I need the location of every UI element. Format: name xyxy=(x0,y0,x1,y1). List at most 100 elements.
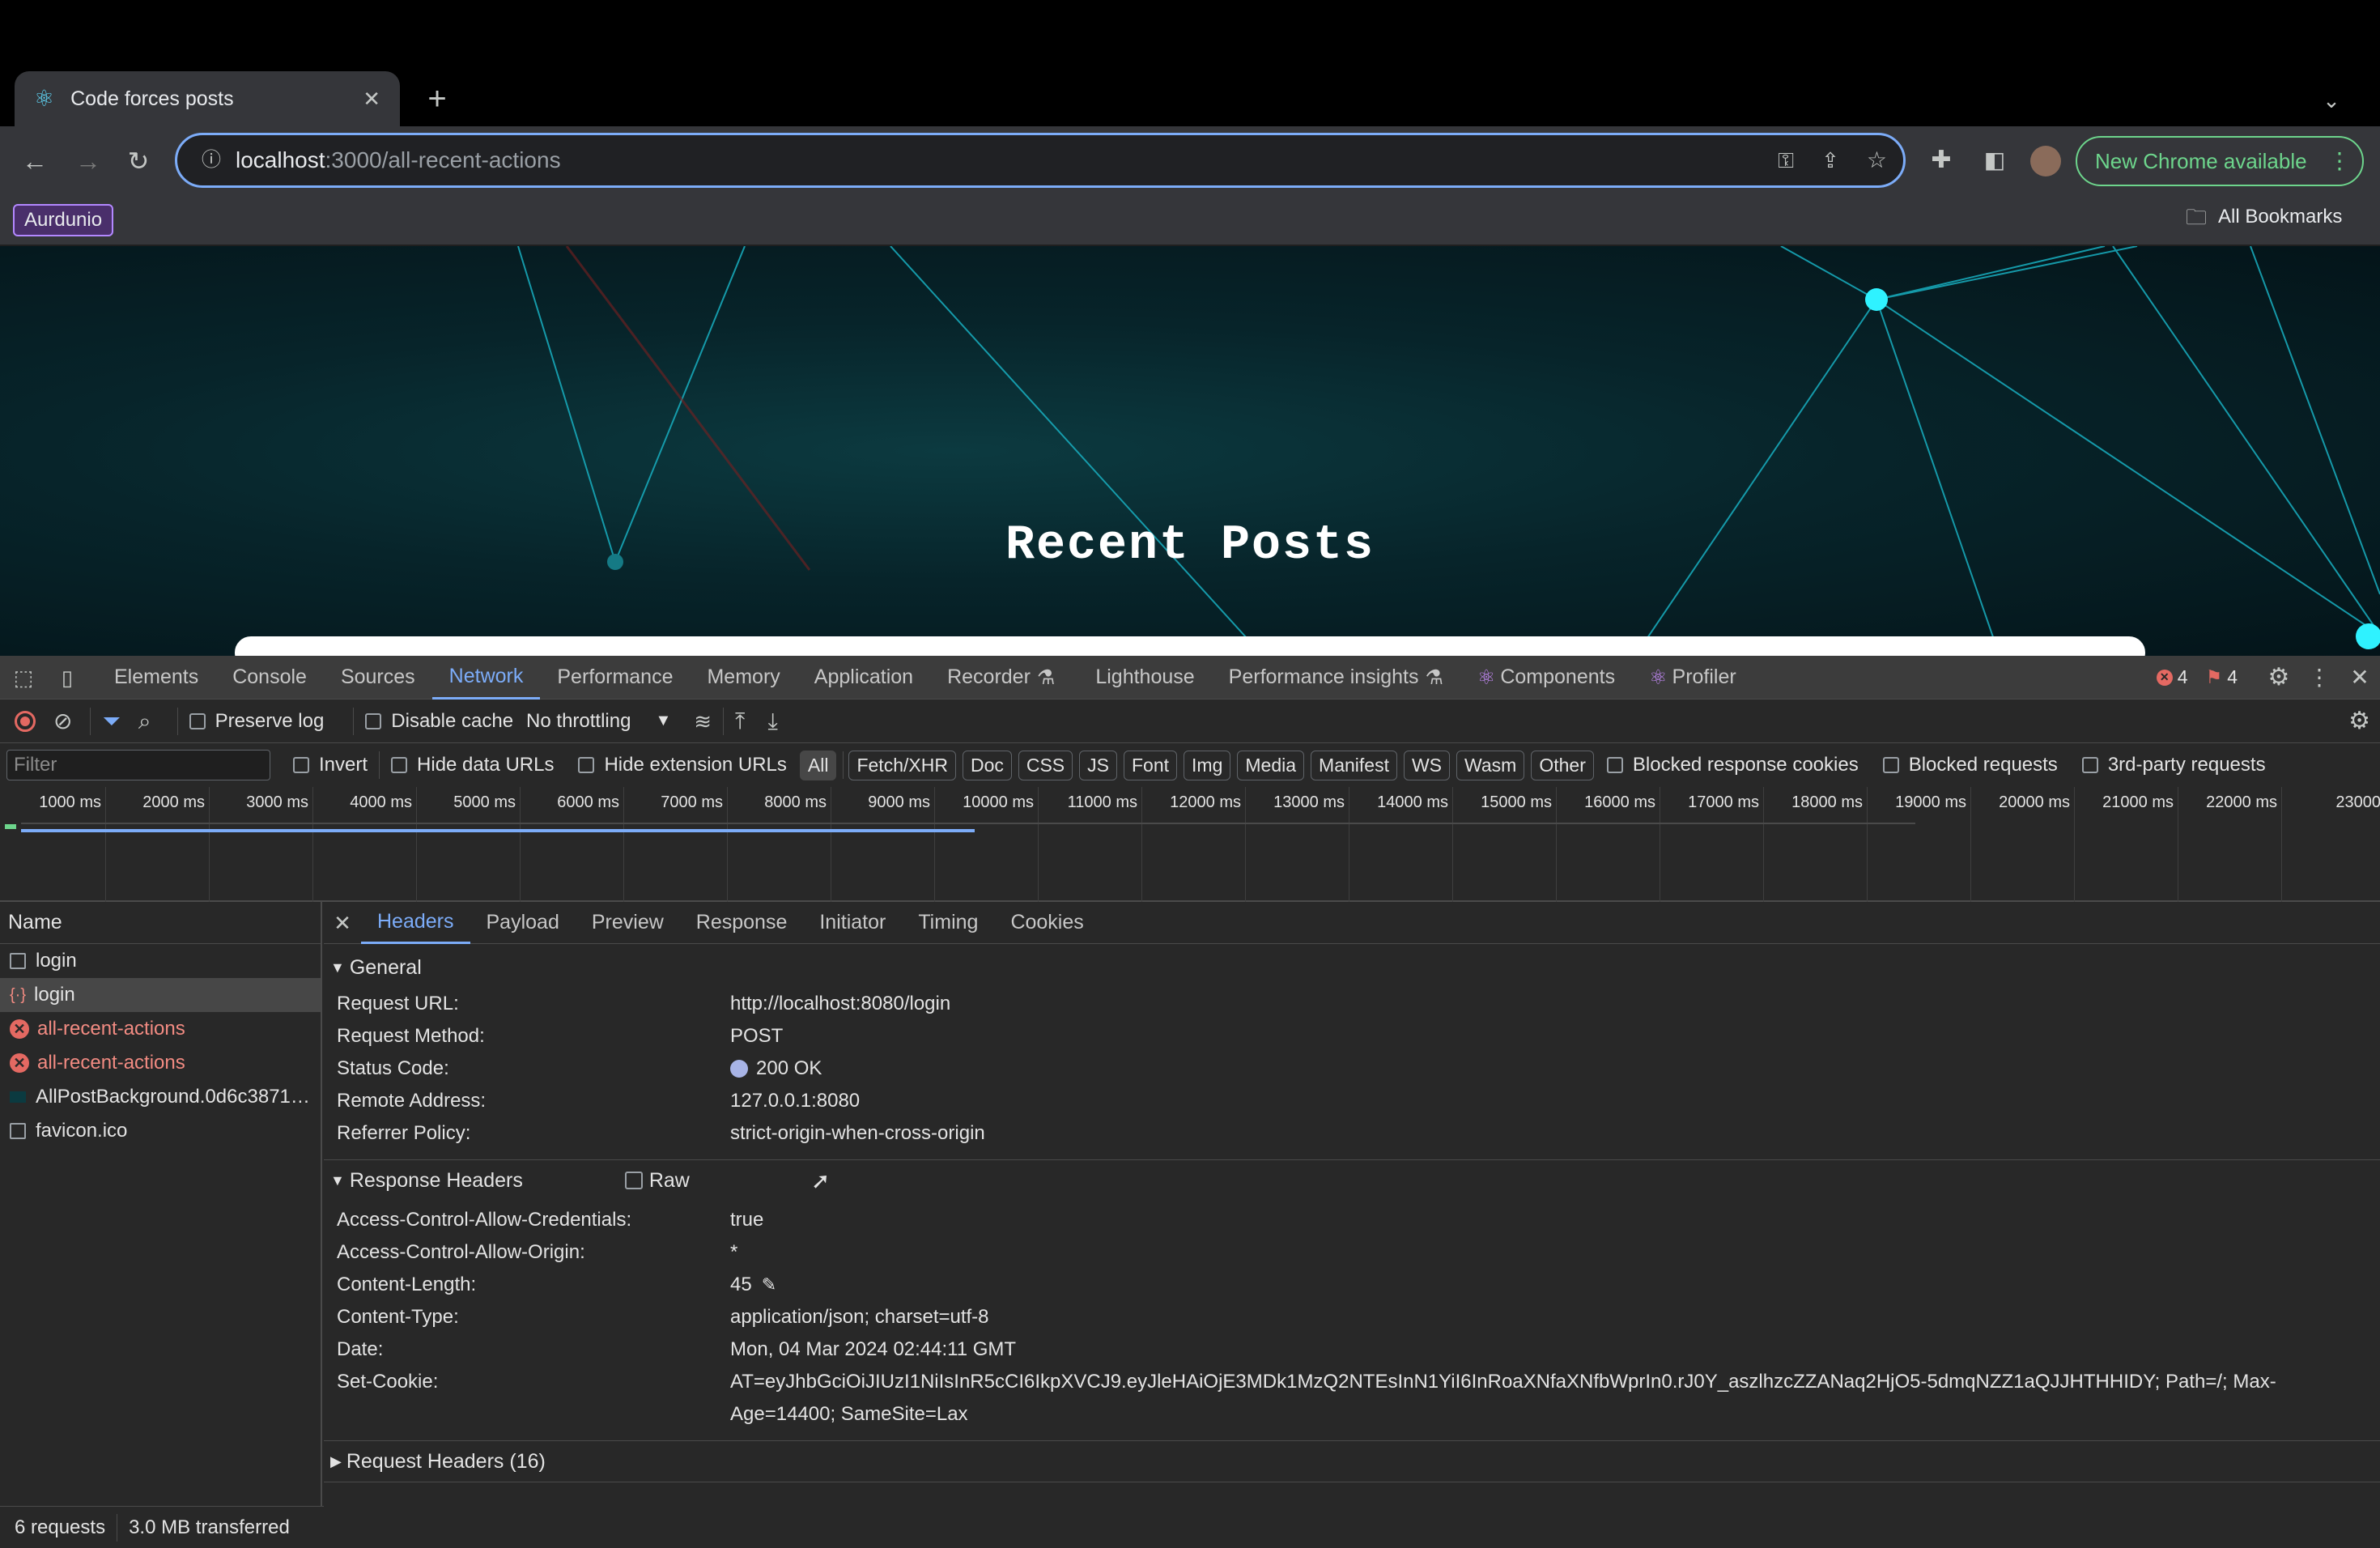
filter-input[interactable]: Filter xyxy=(6,750,270,780)
new-chrome-available-button[interactable]: New Chrome available ⋮ xyxy=(2076,136,2364,186)
export-har-icon[interactable]: ⤓ xyxy=(767,709,777,733)
timeline-overview[interactable]: 1000 ms 2000 ms 3000 ms 4000 ms 5000 ms 6000 … xyxy=(0,787,2380,902)
tab-elements[interactable]: Elements xyxy=(97,656,215,700)
error-icon: ✕ xyxy=(10,1019,29,1039)
extensions-icon[interactable]: ✚ xyxy=(1925,144,1957,176)
tab-initiator[interactable]: Initiator xyxy=(803,902,902,944)
edit-pencil-icon[interactable]: ✎ xyxy=(762,1274,776,1295)
type-filter-other[interactable]: Other xyxy=(1531,750,1594,780)
forward-icon[interactable]: → xyxy=(71,144,105,178)
raw-checkbox[interactable] xyxy=(624,1172,643,1189)
import-har-icon[interactable]: ⤒ xyxy=(735,709,745,733)
share-icon[interactable]: ⇪ xyxy=(1821,150,1839,171)
expand-triangle-icon: ▼ xyxy=(330,959,345,976)
settings-icon[interactable]: ⚙ xyxy=(2259,665,2299,690)
key-icon[interactable]: ⚿ xyxy=(1778,150,1794,171)
browser-tab[interactable]: ⚛ Code forces posts ✕ xyxy=(15,71,400,126)
timeline-tick: 22000 ms xyxy=(2206,787,2282,902)
tab-performance-insights[interactable]: Performance insights ⚗ xyxy=(1212,656,1460,700)
blocked-cookies-checkbox[interactable] xyxy=(1606,757,1623,773)
tab-application[interactable]: Application xyxy=(797,656,930,700)
error-counter[interactable]: ✕ 4 xyxy=(2156,666,2188,688)
tab-payload[interactable]: Payload xyxy=(470,902,576,944)
type-filter-fetch-xhr[interactable]: Fetch/XHR xyxy=(848,750,956,780)
disable-cache-checkbox[interactable] xyxy=(365,712,382,729)
general-section-toggle[interactable]: ▼ General xyxy=(324,947,2380,988)
type-filter-all[interactable]: All xyxy=(799,750,837,780)
tab-console[interactable]: Console xyxy=(215,656,324,700)
blocked-requests-checkbox[interactable] xyxy=(1882,757,1899,773)
new-tab-icon[interactable]: + xyxy=(421,81,453,117)
network-background xyxy=(517,246,2380,656)
type-filter-img[interactable]: Img xyxy=(1184,750,1231,780)
tab-cookies[interactable]: Cookies xyxy=(994,902,1099,944)
more-vert-icon[interactable]: ⋮ xyxy=(2299,666,2340,689)
device-toolbar-icon[interactable]: ▯ xyxy=(47,656,87,700)
third-party-checkbox[interactable] xyxy=(2081,757,2098,773)
tab-network[interactable]: Network xyxy=(431,656,541,700)
bookmark-star-icon[interactable]: ☆ xyxy=(1867,149,1887,172)
request-row[interactable]: ✕ all-recent-actions xyxy=(0,1012,321,1046)
request-row[interactable]: login xyxy=(0,944,321,978)
tab-recorder[interactable]: Recorder ⚗ xyxy=(930,656,1072,700)
type-filter-wasm[interactable]: Wasm xyxy=(1456,750,1525,780)
type-filter-font[interactable]: Font xyxy=(1124,750,1178,780)
raw-label: Raw xyxy=(648,1168,690,1192)
tab-response[interactable]: Response xyxy=(680,902,804,944)
bookmark-aurdunio[interactable]: Aurdunio xyxy=(13,204,114,236)
detail-tabbar: ✕ Headers Payload Preview Response Initi… xyxy=(324,902,2380,944)
network-conditions-icon[interactable]: ≋ xyxy=(694,711,712,732)
preserve-log-checkbox[interactable] xyxy=(189,712,206,729)
header-value: AT=eyJhbGciOiJIUzI1NiIsInR5cCI6IkpXVCJ9.… xyxy=(730,1371,2276,1393)
reload-icon[interactable]: ↻ xyxy=(121,144,155,178)
throttling-select[interactable]: No throttling ▼ xyxy=(526,710,671,733)
tab-preview[interactable]: Preview xyxy=(576,902,680,944)
inspect-element-icon[interactable]: ⬚ xyxy=(0,656,47,700)
side-panel-icon[interactable]: ◧ xyxy=(1978,144,2011,176)
all-bookmarks-button[interactable]: 🗀 All Bookmarks xyxy=(2186,206,2342,228)
record-icon[interactable] xyxy=(15,710,36,732)
hide-data-urls-checkbox[interactable] xyxy=(391,757,408,773)
timeline-tick: 17000 ms xyxy=(1688,787,1764,902)
request-row[interactable]: {·} login xyxy=(0,978,321,1012)
address-bar[interactable]: ⓘ localhost:3000/all-recent-actions ⚿ ⇪ … xyxy=(175,133,1906,188)
type-filter-ws[interactable]: WS xyxy=(1403,750,1451,780)
hide-extension-urls-checkbox[interactable] xyxy=(578,757,595,773)
tab-sources[interactable]: Sources xyxy=(324,656,432,700)
request-row[interactable]: favicon.ico xyxy=(0,1114,321,1148)
tab-memory[interactable]: Memory xyxy=(690,656,797,700)
type-filter-manifest[interactable]: Manifest xyxy=(1311,750,1397,780)
response-headers-toggle[interactable]: ▼ Response Headers Raw ➚ xyxy=(324,1160,2380,1201)
site-info-icon[interactable]: ⓘ xyxy=(202,151,221,170)
type-filter-css[interactable]: CSS xyxy=(1018,750,1073,780)
type-filter-media[interactable]: Media xyxy=(1237,750,1305,780)
close-tab-icon[interactable]: ✕ xyxy=(363,88,380,109)
tab-components[interactable]: ⚛ Components xyxy=(1460,656,1632,700)
timeline-tick-label: 23000 xyxy=(2335,793,2380,811)
header-key: Access-Control-Allow-Credentials: xyxy=(337,1209,632,1231)
close-details-icon[interactable]: ✕ xyxy=(324,912,361,933)
avatar[interactable] xyxy=(2030,146,2061,176)
clear-icon[interactable]: ⊘ xyxy=(53,709,72,733)
name-column-header[interactable]: Name xyxy=(0,902,321,944)
request-row[interactable]: ✕ all-recent-actions xyxy=(0,1046,321,1080)
search-icon[interactable]: ⌕ xyxy=(138,709,151,733)
issues-counter[interactable]: ⚑ 4 xyxy=(2206,666,2238,688)
request-row[interactable]: AllPostBackground.0d6c3871… xyxy=(0,1080,321,1114)
tab-profiler[interactable]: ⚛ Profiler xyxy=(1632,656,1753,700)
invert-checkbox[interactable] xyxy=(293,757,309,773)
type-filter-js[interactable]: JS xyxy=(1079,750,1117,780)
tab-timing[interactable]: Timing xyxy=(902,902,994,944)
tab-performance[interactable]: Performance xyxy=(540,656,690,700)
header-key: Date: xyxy=(337,1338,384,1360)
back-icon[interactable]: ← xyxy=(18,144,52,178)
preserve-log-label: Preserve log xyxy=(215,709,325,732)
tab-lighthouse[interactable]: Lighthouse xyxy=(1078,656,1211,700)
network-settings-icon[interactable]: ⚙ xyxy=(2348,708,2370,734)
type-filter-doc[interactable]: Doc xyxy=(962,750,1012,780)
request-headers-toggle[interactable]: ▶ Request Headers (16) xyxy=(324,1441,2380,1482)
close-devtools-icon[interactable]: ✕ xyxy=(2340,666,2380,689)
tab-headers[interactable]: Headers xyxy=(361,902,470,944)
filter-icon[interactable]: ⏷ xyxy=(102,709,120,733)
tab-search-icon[interactable]: ⌄ xyxy=(2315,84,2348,117)
